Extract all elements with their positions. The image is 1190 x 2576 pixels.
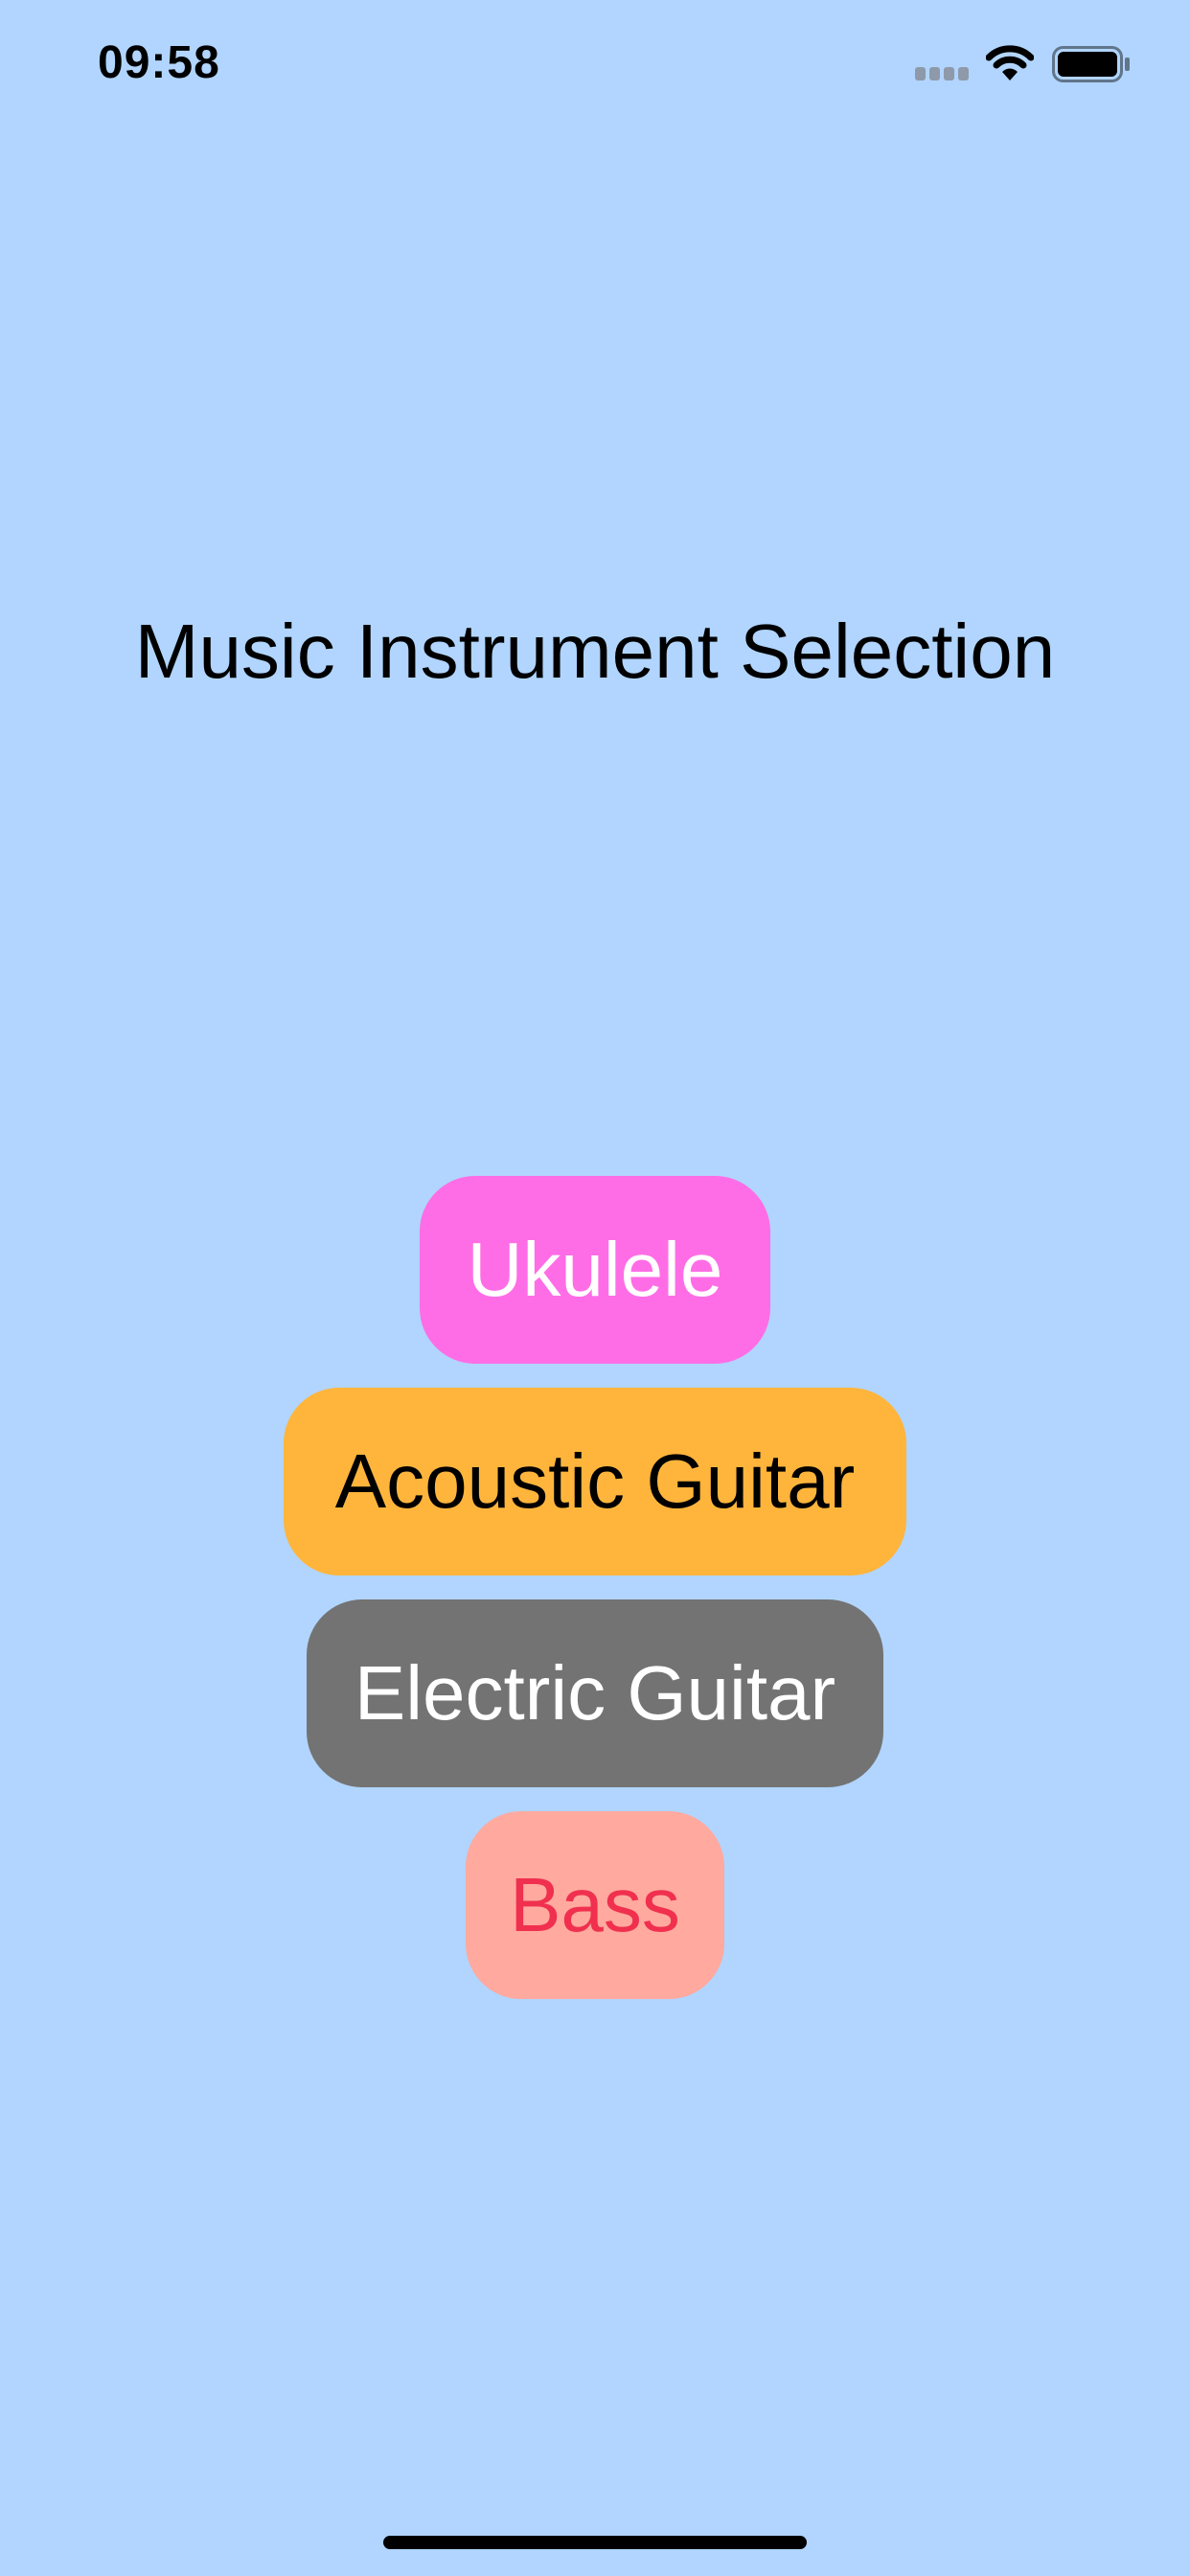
wifi-icon [986, 45, 1034, 80]
bass-button[interactable]: Bass [466, 1811, 724, 1999]
home-indicator[interactable] [383, 2536, 807, 2549]
acoustic-guitar-button[interactable]: Acoustic Guitar [284, 1388, 906, 1576]
battery-icon [1052, 46, 1130, 82]
page-title: Music Instrument Selection [134, 609, 1056, 694]
status-bar: 09:58 [0, 0, 1190, 126]
ukulele-button[interactable]: Ukulele [420, 1176, 770, 1364]
signal-icon [915, 67, 969, 80]
electric-guitar-button[interactable]: Electric Guitar [307, 1599, 883, 1787]
status-time: 09:58 [98, 37, 220, 88]
